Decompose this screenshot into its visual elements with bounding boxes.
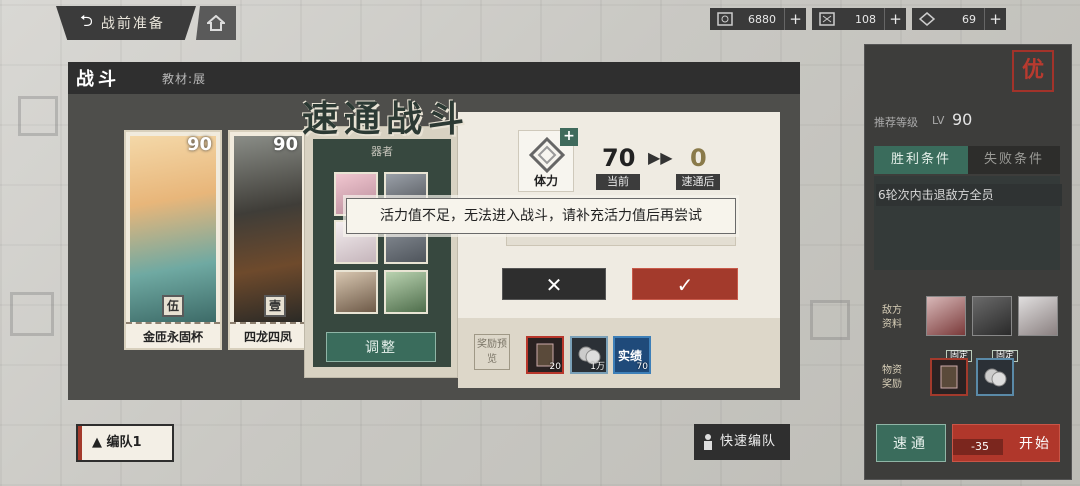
tab-win-condition[interactable]: 胜利条件 [874, 146, 968, 174]
coin-stack-icon [984, 368, 1007, 387]
reward-count: 20 [549, 362, 561, 372]
current-stamina-value: 70 [602, 144, 636, 172]
resource-coin: 6880 + [710, 8, 806, 30]
quick-formation-label: 快速编队 [720, 434, 777, 449]
toast-message: 活力值不足，无法进入战斗，请补充活力值后再尝试 [346, 198, 736, 234]
back-arrow-icon: ⮌ [80, 10, 95, 30]
stamina-value: 69 [962, 12, 976, 26]
card-name: 四龙四凤 [230, 322, 306, 348]
reward-book[interactable]: 20 [526, 336, 564, 374]
back-label: 战前准备 [100, 16, 165, 32]
vessel-label: 器者 [371, 145, 393, 158]
drop-coins[interactable] [976, 358, 1014, 396]
reward-count: 1万 [590, 362, 605, 372]
after-label: 速通后 [676, 174, 720, 190]
fast-forward-icon: ▶▶ [648, 148, 673, 167]
drop-reward-label: 物资奖励 [882, 365, 902, 390]
book-icon [940, 365, 958, 389]
card-level: 90 [186, 134, 212, 155]
reward-record[interactable]: 实绩 70 [613, 336, 651, 374]
stamina-diamond-icon [916, 11, 938, 27]
tab-lose-condition[interactable]: 失败条件 [968, 146, 1060, 174]
home-icon [207, 15, 225, 31]
add-coin-button[interactable]: + [784, 8, 806, 30]
reward-coins[interactable]: 1万 [570, 336, 608, 374]
card-tier: 伍 [162, 295, 184, 317]
resource-stamina: 69 + [912, 8, 1006, 30]
quick-formation-button[interactable]: 快速编队 [694, 424, 790, 460]
enemy-info-label: 敌方资料 [882, 305, 902, 330]
crystal-icon [816, 11, 838, 27]
add-stamina-button[interactable]: + [984, 8, 1006, 30]
after-stamina-value: 0 [690, 144, 707, 172]
win-condition-text: 6轮次内击退敌方全员 [876, 184, 1062, 206]
drop-book[interactable] [930, 358, 968, 396]
back-button[interactable]: ⮌ 战前准备 [56, 6, 196, 40]
current-label: 当前 [596, 174, 640, 190]
formation-button[interactable]: ▲ 编队1 [76, 424, 174, 462]
decorative-square [18, 96, 58, 136]
person-icon [704, 434, 712, 450]
coin-icon [714, 11, 736, 27]
rating-badge: 优 [1012, 50, 1054, 92]
enemy-portrait[interactable] [926, 296, 966, 336]
start-label: 开始 [1019, 436, 1051, 452]
add-crystal-button[interactable]: + [884, 8, 906, 30]
vessel-portrait [384, 270, 428, 314]
recommended-level-value: 90 [952, 110, 973, 129]
start-button[interactable]: -35 开始 [952, 424, 1060, 462]
confirm-button[interactable]: ✓ [632, 268, 738, 300]
enemy-portrait[interactable] [972, 296, 1012, 336]
vessel-portrait [334, 270, 378, 314]
reward-preview-label: 奖 励 预 览 [474, 334, 510, 370]
reward-count: 70 [636, 362, 648, 372]
decorative-square [810, 300, 850, 340]
auto-clear-button[interactable]: 速通 [876, 424, 946, 462]
lv-label: LV [932, 114, 945, 127]
decorative-square [10, 292, 54, 336]
card-tier: 壹 [264, 295, 286, 317]
quick-battle-title: 速通战斗 [302, 98, 471, 140]
card-name: 金匝永固杯 [126, 322, 220, 348]
adjust-button[interactable]: 调整 [326, 332, 436, 362]
enemy-portrait[interactable] [1018, 296, 1058, 336]
home-button[interactable] [196, 6, 236, 40]
recommended-level-label: 推荐等级 [874, 116, 918, 129]
start-cost: -35 [953, 439, 1003, 455]
cancel-button[interactable]: ✕ [502, 268, 606, 300]
add-stamina-plus-button[interactable]: + [560, 128, 578, 146]
character-card[interactable]: 90 伍 金匝永固杯 [124, 130, 222, 350]
crystal-value: 108 [855, 12, 876, 26]
battle-material: 教材:展 [162, 71, 207, 86]
resource-crystal: 108 + [812, 8, 906, 30]
character-card[interactable]: 90 壹 四龙四凤 [228, 130, 308, 350]
coin-value: 6880 [748, 12, 776, 26]
card-level: 90 [272, 134, 298, 155]
stamina-label: 体力 [533, 174, 558, 188]
battle-title: 战斗 [76, 69, 120, 90]
